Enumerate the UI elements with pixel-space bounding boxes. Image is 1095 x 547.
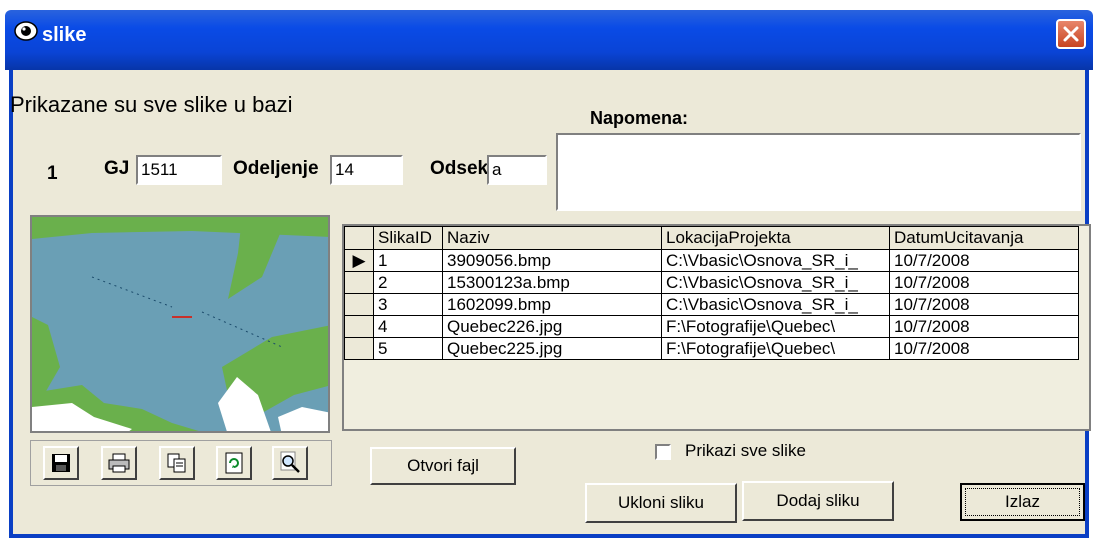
row-selector[interactable] <box>344 293 374 316</box>
page-heading: Prikazane su sve slike u bazi <box>10 92 293 117</box>
open-file-button[interactable]: Otvori fajl <box>370 447 516 485</box>
refresh-icon <box>225 452 243 474</box>
refresh-button[interactable] <box>216 446 252 480</box>
table-header: SlikaID Naziv LokacijaProjekta DatumUcit… <box>344 226 1079 250</box>
cell-datum[interactable]: 10/7/2008 <box>889 271 1079 294</box>
current-row-indicator: ▶ <box>344 249 374 272</box>
cell-naziv[interactable]: 3909056.bmp <box>442 249 662 272</box>
cell-lokacija[interactable]: F:\Fotografije\Quebec\ <box>661 315 890 338</box>
copy-icon <box>167 453 186 473</box>
column-header-slikaid[interactable]: SlikaID <box>373 226 443 250</box>
map-image <box>30 215 330 433</box>
record-number: 1 <box>47 163 58 184</box>
odsek-label: Odsek <box>430 158 489 179</box>
cell-datum[interactable]: 10/7/2008 <box>889 315 1079 338</box>
cell-lokacija[interactable]: C:\Vbasic\Osnova_SR_i_ <box>661 293 890 316</box>
print-icon <box>108 453 130 473</box>
row-selector[interactable] <box>344 315 374 338</box>
image-toolbar <box>30 440 332 486</box>
images-table: SlikaID Naziv LokacijaProjekta DatumUcit… <box>344 226 1079 360</box>
cell-naziv[interactable]: 1602099.bmp <box>442 293 662 316</box>
cell-naziv[interactable]: Quebec226.jpg <box>442 315 662 338</box>
napomena-field[interactable] <box>556 133 1081 211</box>
images-grid[interactable]: SlikaID Naziv LokacijaProjekta DatumUcit… <box>342 224 1091 431</box>
remove-image-button[interactable]: Ukloni sliku <box>585 483 737 523</box>
window-title: slike <box>42 24 87 46</box>
row-selector[interactable] <box>344 337 374 360</box>
close-button[interactable] <box>1056 19 1086 49</box>
odsek-field[interactable]: a <box>487 155 547 185</box>
cell-datum[interactable]: 10/7/2008 <box>889 337 1079 360</box>
zoom-icon <box>280 451 300 473</box>
table-row[interactable]: 4 Quebec226.jpg F:\Fotografije\Quebec\ 1… <box>344 315 1079 338</box>
napomena-label: Napomena: <box>590 108 689 128</box>
cell-slikaid[interactable]: 4 <box>373 315 443 338</box>
cell-datum[interactable]: 10/7/2008 <box>889 249 1079 272</box>
row-selector[interactable] <box>344 271 374 294</box>
eye-icon <box>14 21 38 41</box>
gj-field[interactable]: 1511 <box>136 155 222 185</box>
odeljenje-label: Odeljenje <box>233 158 319 179</box>
cell-slikaid[interactable]: 5 <box>373 337 443 360</box>
window: slike Prikazane su sve slike u bazi Napo… <box>0 0 1095 547</box>
cell-slikaid[interactable]: 1 <box>373 249 443 272</box>
save-button[interactable] <box>43 446 79 480</box>
column-header-naziv[interactable]: Naziv <box>442 226 662 250</box>
column-header-datum[interactable]: DatumUcitavanja <box>889 226 1079 250</box>
map-graphic <box>32 217 328 431</box>
table-row[interactable]: 5 Quebec225.jpg F:\Fotografije\Quebec\ 1… <box>344 337 1079 360</box>
cell-datum[interactable]: 10/7/2008 <box>889 293 1079 316</box>
cell-lokacija[interactable]: C:\Vbasic\Osnova_SR_i_ <box>661 249 890 272</box>
odeljenje-field[interactable]: 14 <box>330 155 403 185</box>
title-bar[interactable] <box>5 10 1093 70</box>
row-indicator-header <box>344 226 374 250</box>
table-row[interactable]: 2 15300123a.bmp C:\Vbasic\Osnova_SR_i_ 1… <box>344 271 1079 294</box>
exit-button[interactable]: Izlaz <box>960 483 1085 521</box>
column-header-lokacija[interactable]: LokacijaProjekta <box>661 226 890 250</box>
table-row[interactable]: ▶ 1 3909056.bmp C:\Vbasic\Osnova_SR_i_ 1… <box>344 249 1079 272</box>
cell-naziv[interactable]: Quebec225.jpg <box>442 337 662 360</box>
save-icon <box>52 454 70 472</box>
table-row[interactable]: 3 1602099.bmp C:\Vbasic\Osnova_SR_i_ 10/… <box>344 293 1079 316</box>
close-icon <box>1063 26 1079 42</box>
copy-button[interactable] <box>159 446 195 480</box>
cell-lokacija[interactable]: C:\Vbasic\Osnova_SR_i_ <box>661 271 890 294</box>
cell-naziv[interactable]: 15300123a.bmp <box>442 271 662 294</box>
show-all-label: Prikazi sve slike <box>685 441 806 460</box>
cell-slikaid[interactable]: 3 <box>373 293 443 316</box>
zoom-button[interactable] <box>272 446 308 480</box>
show-all-checkbox[interactable] <box>655 444 671 460</box>
add-image-button[interactable]: Dodaj sliku <box>742 481 894 521</box>
cell-slikaid[interactable]: 2 <box>373 271 443 294</box>
gj-label: GJ <box>104 158 130 179</box>
print-button[interactable] <box>101 446 137 480</box>
cell-lokacija[interactable]: F:\Fotografije\Quebec\ <box>661 337 890 360</box>
